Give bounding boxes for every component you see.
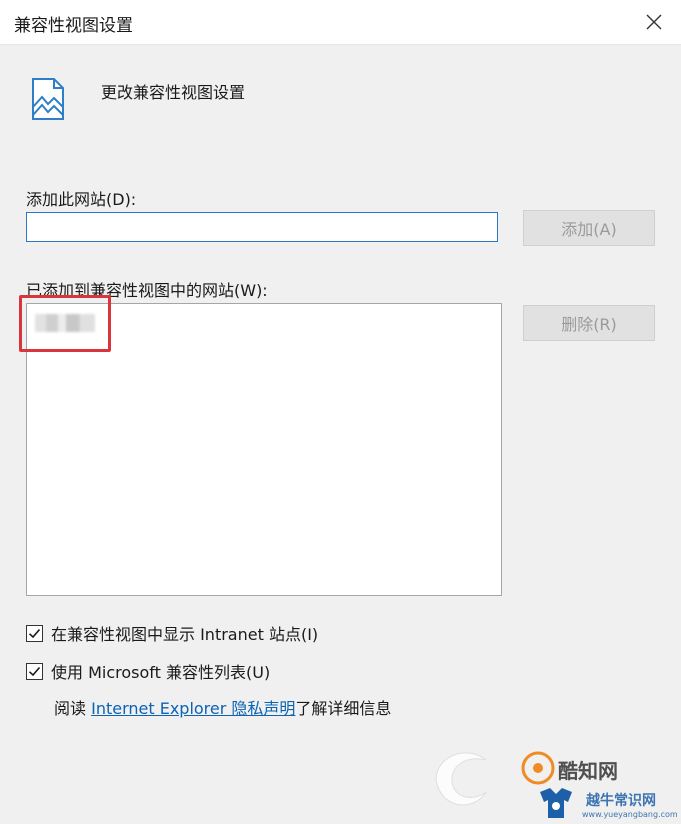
title-bar: 兼容性视图设置 bbox=[0, 0, 681, 45]
watermark-url: www.yueyangbang.com bbox=[582, 810, 678, 819]
intranet-checkbox[interactable] bbox=[26, 624, 43, 642]
watermark-logo-swirl bbox=[435, 752, 487, 806]
intranet-option[interactable]: 在兼容性视图中显示 Intranet 站点(I) bbox=[26, 621, 318, 645]
watermark-text-2: 越牛常识网 bbox=[586, 793, 656, 809]
privacy-link[interactable]: Internet Explorer 隐私声明 bbox=[91, 699, 295, 718]
close-button[interactable] bbox=[639, 7, 669, 37]
ms-list-option[interactable]: 使用 Microsoft 兼容性列表(U) bbox=[26, 659, 270, 683]
highlight-box bbox=[19, 295, 111, 352]
add-site-label: 添加此网站(D): bbox=[26, 190, 137, 209]
add-button[interactable]: 添加(A) bbox=[523, 210, 655, 246]
check-icon bbox=[28, 666, 41, 676]
window-title: 兼容性视图设置 bbox=[14, 16, 133, 36]
ms-list-checkbox[interactable] bbox=[26, 662, 43, 680]
privacy-info: 阅读 Internet Explorer 隐私声明了解详细信息 bbox=[54, 695, 391, 719]
delete-button[interactable]: 删除(R) bbox=[523, 305, 655, 341]
add-site-input[interactable] bbox=[26, 212, 498, 242]
info-prefix: 阅读 bbox=[54, 699, 92, 718]
intranet-label: 在兼容性视图中显示 Intranet 站点(I) bbox=[51, 625, 319, 644]
watermark-text-1: 酷知网 bbox=[558, 759, 618, 783]
compatibility-page-icon bbox=[32, 78, 64, 120]
watermark-shirt-icon bbox=[540, 788, 572, 818]
close-icon bbox=[646, 14, 662, 30]
ms-list-label: 使用 Microsoft 兼容性列表(U) bbox=[51, 663, 271, 682]
header-text: 更改兼容性视图设置 bbox=[101, 83, 246, 102]
check-icon bbox=[28, 628, 41, 638]
info-suffix: 了解详细信息 bbox=[295, 699, 392, 718]
watermark-logo-badge bbox=[521, 751, 555, 785]
